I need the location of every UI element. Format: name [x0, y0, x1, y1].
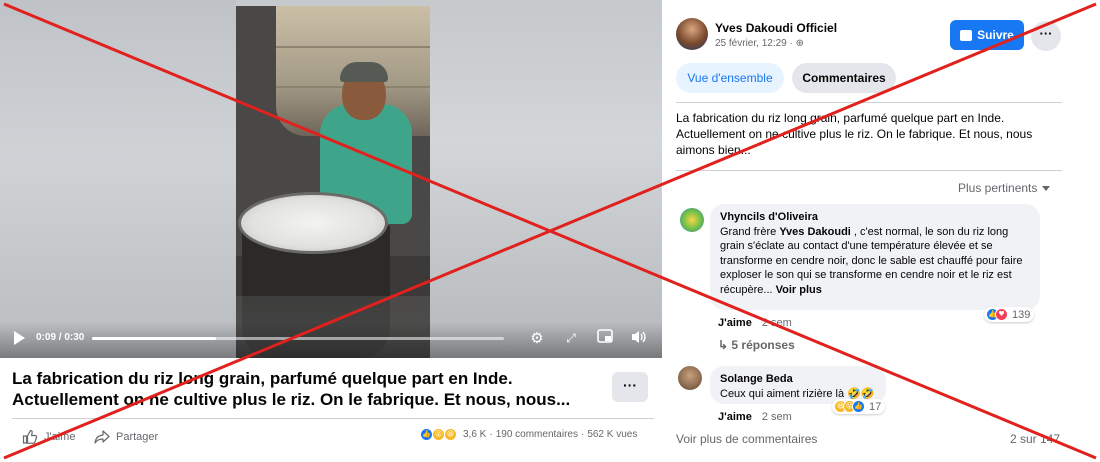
sack-seam — [276, 46, 430, 48]
progress-bar[interactable] — [92, 337, 504, 340]
comment-text: Ceux qui aiment rizière là 🤣🤣 — [720, 387, 875, 400]
follow-button[interactable]: Suivre — [950, 20, 1024, 50]
more-comments-link[interactable]: Voir plus de commentaires — [676, 432, 817, 446]
video-time: 0:09 / 0:30 — [36, 332, 85, 343]
video-player[interactable] — [0, 0, 662, 358]
post-title: La fabrication du riz long grain, parfum… — [12, 368, 592, 410]
replies-link[interactable]: ↳ 5 réponses — [718, 338, 795, 352]
screenshot-root: 0:09 / 0:30 ⚙ ⤢ La fabrication du riz lo… — [0, 0, 1100, 462]
tab-comments[interactable]: Commentaires — [792, 63, 896, 93]
reactions-count[interactable]: 3,6 K — [463, 429, 486, 440]
comment-reaction-count: 139 — [1012, 308, 1031, 321]
stats-separator: · — [489, 429, 493, 440]
divider — [12, 418, 654, 419]
thumbs-up-icon — [22, 429, 38, 444]
comment-like-button[interactable]: J'aime — [718, 317, 752, 329]
gear-icon[interactable]: ⚙ — [528, 329, 546, 347]
share-icon — [94, 430, 110, 444]
comment-mention[interactable]: Yves Dakoudi — [779, 226, 851, 238]
comment-meta: J'aime 2 sem — [718, 317, 792, 329]
like-label: J'aime — [44, 431, 76, 443]
comment-age[interactable]: 2 sem — [762, 317, 792, 329]
tab-overview[interactable]: Vue d'ensemble — [676, 63, 784, 93]
love-reaction-icon: ♥ — [995, 308, 1008, 321]
comment-age[interactable]: 2 sem — [762, 411, 792, 423]
comment-reactions[interactable]: 😆 😮 👍 17 — [832, 399, 886, 414]
post-date-text: 25 février, 12:29 · — [715, 38, 796, 49]
comment-meta: J'aime 2 sem — [718, 411, 792, 423]
comment-bubble: Vhyncils d'Oliveira Grand frère Yves Dak… — [710, 204, 1040, 310]
post-date: 25 février, 12:29 · ⊕ — [715, 38, 804, 49]
caret-down-icon — [1042, 185, 1051, 191]
commenter-avatar[interactable] — [680, 208, 704, 232]
panel-more-button[interactable]: ··· — [1031, 21, 1061, 51]
sort-dropdown[interactable]: Plus pertinents — [958, 181, 1051, 195]
stats-separator: · — [580, 429, 585, 440]
post-title-line: La fabrication du riz long grain, parfum… — [12, 369, 513, 388]
divider — [676, 170, 1062, 171]
comments-count[interactable]: 190 commentaires — [496, 429, 578, 440]
post-more-button[interactable]: ··· — [612, 372, 648, 402]
comment-like-button[interactable]: J'aime — [718, 411, 752, 423]
like-reaction-icon: 👍 — [852, 400, 865, 413]
comment-reaction-count: 17 — [869, 400, 882, 413]
video-blur-left — [0, 0, 236, 358]
progress-fill — [92, 337, 216, 340]
volume-icon[interactable] — [630, 329, 648, 347]
see-more-link[interactable]: Voir plus — [776, 284, 822, 296]
author-name[interactable]: Yves Dakoudi Officiel — [715, 21, 837, 35]
follow-label: Suivre — [977, 28, 1014, 42]
commenter-name[interactable]: Solange Beda — [720, 372, 876, 387]
share-label: Partager — [116, 431, 159, 443]
pip-icon[interactable] — [596, 329, 614, 347]
rice-in-pot — [238, 192, 388, 254]
video-blur-right — [430, 0, 662, 358]
divider — [676, 102, 1062, 103]
post-title-line: Actuellement on ne cultive plus le riz. … — [12, 390, 571, 409]
follow-icon — [960, 29, 973, 41]
comment-page-count: 2 sur 147 — [1010, 432, 1061, 446]
commenter-name[interactable]: Vhyncils d'Oliveira — [720, 210, 1030, 225]
comment-reactions[interactable]: 👍 ♥ 139 — [984, 307, 1035, 322]
play-icon[interactable] — [14, 331, 25, 345]
globe-icon: ⊕ — [795, 38, 804, 49]
commenter-avatar[interactable] — [678, 366, 702, 390]
expand-icon[interactable]: ⤢ — [562, 329, 580, 347]
post-stats: 👍 😮 😆 3,6 K · 190 commentaires · 562 K v… — [420, 428, 637, 441]
like-button[interactable]: J'aime — [22, 428, 75, 446]
share-button[interactable]: Partager — [94, 428, 158, 446]
sort-label: Plus pertinents — [958, 181, 1038, 195]
post-description: La fabrication du riz long grain, parfum… — [676, 111, 1033, 157]
haha-reaction-icon: 😆 — [444, 428, 457, 441]
comment-text: Grand frère — [720, 225, 780, 238]
man-cap — [340, 62, 388, 82]
views-count: 562 K vues — [587, 429, 638, 440]
video-frame — [236, 6, 430, 358]
author-avatar[interactable] — [676, 18, 708, 50]
